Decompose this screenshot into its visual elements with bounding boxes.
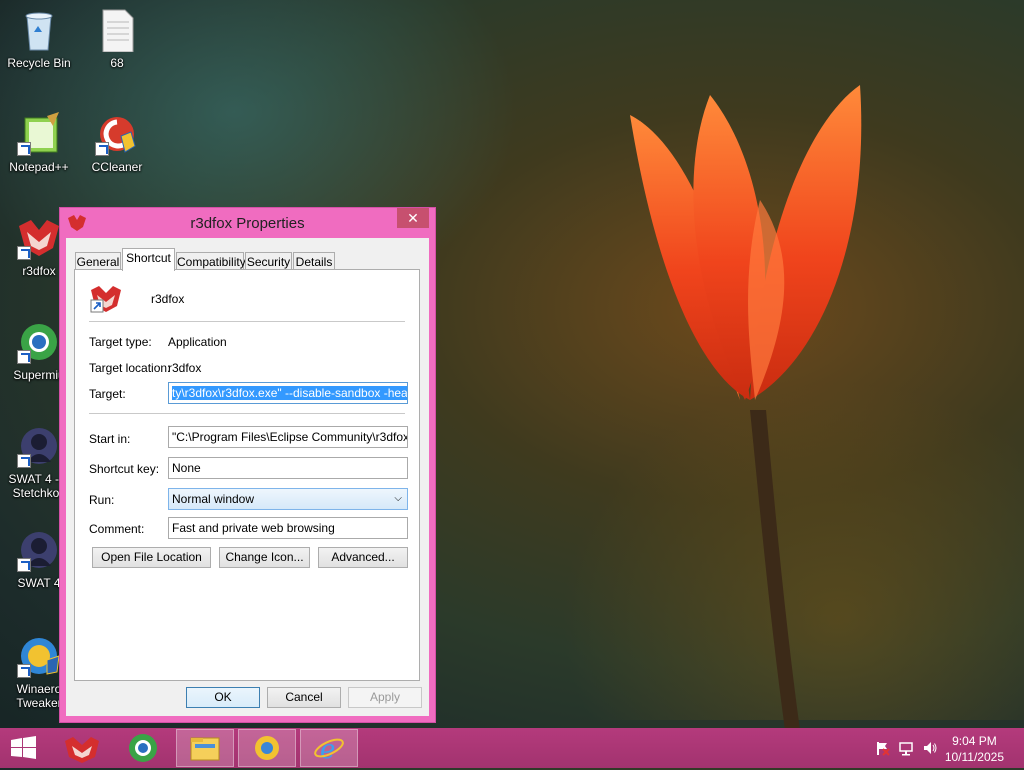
dialog-client-area: General Shortcut Compatibility Security …: [66, 238, 429, 716]
clock-time: 9:04 PM: [952, 734, 997, 748]
swat4-icon: [17, 424, 61, 468]
taskbar: e 9:04 PM 10/11/2025: [0, 728, 1024, 768]
target-field-text: ty\r3dfox\r3dfox.exe" --disable-sandbox …: [172, 386, 407, 400]
taskbar-browser[interactable]: [238, 729, 296, 767]
shortcut-tab-panel: r3dfox Target type: Application Target l…: [74, 269, 420, 681]
wallpaper-tulip: [630, 85, 862, 730]
r3dfox-icon: [17, 216, 61, 260]
action-center-flag-icon[interactable]: [874, 740, 890, 756]
desktop-icon-label: Recycle Bin: [7, 56, 71, 70]
shortcut-arrow-icon: [17, 558, 31, 572]
desktop-icon-recycle-bin[interactable]: Recycle Bin: [1, 8, 77, 70]
ok-button[interactable]: OK: [186, 687, 260, 708]
shortcut-arrow-icon: [17, 350, 31, 364]
comment-field[interactable]: Fast and private web browsing: [168, 517, 408, 539]
properties-dialog: r3dfox Properties ✕ General Shortcut Com…: [59, 207, 436, 723]
taskbar-clock[interactable]: 9:04 PM 10/11/2025: [945, 733, 1004, 765]
run-select-value: Normal window: [172, 492, 255, 506]
internet-explorer-icon: e: [314, 735, 344, 765]
shortcut-name: r3dfox: [151, 292, 185, 306]
target-type-value: Application: [168, 335, 227, 349]
start-icon: [11, 736, 36, 759]
network-icon[interactable]: [898, 740, 914, 756]
run-select[interactable]: Normal window ⌵: [168, 488, 408, 510]
dialog-titlebar[interactable]: r3dfox Properties ✕: [60, 208, 435, 238]
start-in-label: Start in:: [89, 432, 131, 446]
clock-date: 10/11/2025: [944, 750, 1004, 764]
tab-compatibility[interactable]: Compatibility: [176, 252, 246, 270]
desktop-icon-ccleaner[interactable]: CCleaner: [79, 112, 155, 174]
supermium-icon: [17, 320, 61, 364]
desktop-icon-label: CCleaner: [91, 160, 143, 174]
shortcut-arrow-icon: [17, 246, 31, 260]
volume-icon[interactable]: [922, 740, 938, 756]
advanced-button[interactable]: Advanced...: [318, 547, 408, 568]
tab-shortcut[interactable]: Shortcut: [122, 248, 175, 271]
start-button[interactable]: [0, 729, 48, 767]
r3dfox-icon: [90, 286, 121, 313]
divider: [89, 413, 405, 414]
divider: [89, 321, 405, 322]
cancel-button[interactable]: Cancel: [267, 687, 341, 708]
text-file-icon: [95, 8, 139, 53]
apply-button[interactable]: Apply: [348, 687, 422, 708]
taskbar-file-explorer[interactable]: [176, 729, 234, 767]
taskbar-r3dfox[interactable]: [53, 729, 111, 767]
chevron-down-icon: ⌵: [394, 493, 402, 504]
open-file-location-button[interactable]: Open File Location: [92, 547, 211, 568]
winaero-tweaker-icon: [17, 634, 61, 678]
chrome-style-browser-icon: [255, 736, 279, 760]
comment-label: Comment:: [89, 522, 145, 536]
shortcut-arrow-icon: [95, 142, 109, 156]
tab-general[interactable]: General: [75, 252, 121, 270]
target-location-label: Target location:: [89, 361, 171, 375]
notepad-plus-plus-icon: [17, 112, 61, 156]
change-icon-button[interactable]: Change Icon...: [219, 547, 310, 568]
shortcut-arrow-icon: [17, 664, 31, 678]
tab-security[interactable]: Security: [245, 252, 292, 270]
shortcut-arrow-icon: [17, 454, 31, 468]
run-label: Run:: [89, 493, 115, 507]
start-in-field[interactable]: "C:\Program Files\Eclipse Community\r3df…: [168, 426, 408, 448]
taskbar-internet-explorer[interactable]: e: [300, 729, 358, 767]
target-location-value: r3dfox: [168, 361, 202, 375]
desktop-icon-label: 68: [110, 56, 124, 70]
ccleaner-icon: [95, 112, 139, 156]
target-field[interactable]: ty\r3dfox\r3dfox.exe" --disable-sandbox …: [168, 382, 408, 404]
target-type-label: Target type:: [89, 335, 152, 349]
swat4-icon: [17, 528, 61, 572]
r3dfox-icon: [65, 737, 99, 763]
supermium-icon: [129, 734, 157, 762]
shortcut-arrow-icon: [17, 142, 31, 156]
recycle-bin-icon: [17, 8, 61, 52]
desktop-icon-68[interactable]: 68: [79, 8, 155, 70]
desktop-icon-notepad-plus-plus[interactable]: Notepad++: [1, 112, 77, 174]
file-explorer-icon: [190, 737, 220, 761]
close-button[interactable]: ✕: [397, 208, 429, 228]
target-label: Target:: [89, 387, 126, 401]
shortcut-key-label: Shortcut key:: [89, 462, 160, 476]
tab-details[interactable]: Details: [293, 252, 335, 270]
taskbar-supermium[interactable]: [114, 729, 172, 767]
dialog-title: r3dfox Properties: [190, 215, 305, 232]
desktop-icon-label: Notepad++: [9, 160, 69, 174]
shortcut-key-field[interactable]: None: [168, 457, 408, 479]
